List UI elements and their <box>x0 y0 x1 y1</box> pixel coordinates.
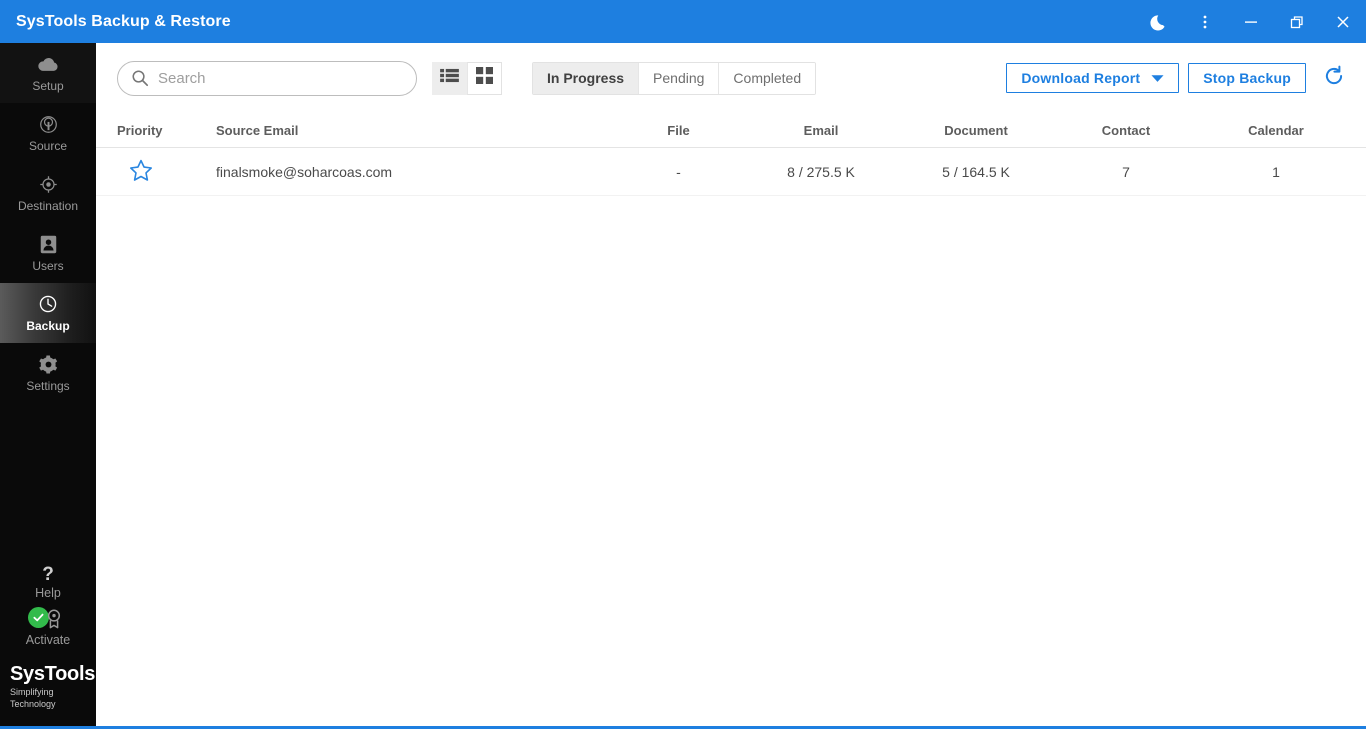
sidebar: Setup Source Destination Users Backup Se… <box>0 43 104 726</box>
stop-backup-button[interactable]: Stop Backup <box>1188 63 1306 93</box>
refresh-icon <box>1323 65 1345 92</box>
calendar-count-cell: 1 <box>1272 163 1280 180</box>
sidebar-item-label: Help <box>35 586 61 600</box>
cloud-icon <box>37 53 59 75</box>
search-icon <box>131 69 149 87</box>
sidebar-item-label: Destination <box>17 199 79 213</box>
sidebar-item-users[interactable]: Users <box>0 223 96 283</box>
minimize-icon[interactable] <box>1228 0 1274 43</box>
status-tab-group: In Progress Pending Completed <box>532 61 817 95</box>
document-count-cell: 5 / 164.5 K <box>942 163 1010 180</box>
title-bar: SysTools Backup & Restore <box>0 0 1366 43</box>
activate-icon-group <box>18 607 78 634</box>
tab-completed[interactable]: Completed <box>719 62 816 94</box>
table-row[interactable]: finalsmoke@soharcoas.com - 8 / 275.5 K 5… <box>96 148 1366 196</box>
chevron-down-icon <box>1151 70 1164 86</box>
search-box[interactable] <box>117 60 417 96</box>
file-cell: - <box>676 163 681 180</box>
kebab-menu-icon[interactable] <box>1182 0 1228 43</box>
question-mark-icon: ? <box>42 564 54 585</box>
grid-icon <box>476 67 493 89</box>
sidebar-item-label: Setup <box>32 79 64 93</box>
tab-in-progress[interactable]: In Progress <box>533 62 640 94</box>
toolbar: In Progress Pending Completed Download R… <box>96 43 1366 113</box>
column-header-source-email: Source Email <box>216 122 299 138</box>
download-report-label: Download Report <box>1021 70 1141 86</box>
target-icon <box>39 173 58 195</box>
star-outline-icon[interactable] <box>129 159 153 182</box>
clock-icon <box>38 293 58 315</box>
search-input[interactable] <box>158 69 388 87</box>
download-report-button[interactable]: Download Report <box>1006 63 1180 93</box>
source-icon <box>39 113 58 135</box>
sidebar-item-label: Source <box>28 139 68 153</box>
user-card-icon <box>40 233 57 255</box>
column-header-email: Email <box>803 122 839 138</box>
contact-count-cell: 7 <box>1122 163 1130 180</box>
refresh-button[interactable] <box>1322 65 1346 92</box>
column-header-contact: Contact <box>1101 122 1151 138</box>
brand-logo: SysTools ® Simplifying Technology <box>10 663 104 710</box>
moon-icon[interactable] <box>1136 0 1182 43</box>
sidebar-item-activate[interactable]: Activate <box>0 607 96 649</box>
close-icon[interactable] <box>1320 0 1366 43</box>
source-email-cell: finalsmoke@soharcoas.com <box>216 163 393 180</box>
gear-icon <box>38 353 58 375</box>
sidebar-item-label: Settings <box>26 379 70 393</box>
sidebar-item-settings[interactable]: Settings <box>0 343 96 403</box>
sidebar-item-help[interactable]: ? Help <box>0 565 96 601</box>
sidebar-item-setup[interactable]: Setup <box>0 43 96 103</box>
email-count-cell: 8 / 275.5 K <box>787 163 855 180</box>
column-header-document: Document <box>944 122 1008 138</box>
priority-cell <box>96 159 206 185</box>
main-content: In Progress Pending Completed Download R… <box>96 43 1366 726</box>
stop-backup-label: Stop Backup <box>1203 70 1291 86</box>
list-view-button[interactable] <box>432 61 467 95</box>
grid-view-button[interactable] <box>467 61 502 95</box>
column-header-calendar: Calendar <box>1248 122 1304 138</box>
column-header-priority: Priority <box>117 122 163 138</box>
column-header-file: File <box>667 122 690 138</box>
sidebar-item-source[interactable]: Source <box>0 103 96 163</box>
sidebar-item-backup[interactable]: Backup <box>0 283 96 343</box>
brand-tagline: Simplifying Technology <box>10 687 56 709</box>
brand-name: SysTools ® <box>10 663 104 685</box>
badge-icon <box>46 609 62 634</box>
tab-pending[interactable]: Pending <box>639 62 720 94</box>
backup-table: Priority Source Email File Email Documen… <box>96 113 1366 196</box>
application-window: SysTools Backup & Restore Setup Source D… <box>0 0 1366 729</box>
app-title: SysTools Backup & Restore <box>16 12 231 30</box>
sidebar-item-destination[interactable]: Destination <box>0 163 96 223</box>
sidebar-item-label: Users <box>32 259 64 273</box>
table-header-row: Priority Source Email File Email Documen… <box>96 113 1366 148</box>
restore-icon[interactable] <box>1274 0 1320 43</box>
view-toggle-group <box>432 61 502 95</box>
sidebar-item-label: Backup <box>26 319 70 333</box>
list-icon <box>440 68 459 88</box>
brand-name-text: SysTools <box>10 663 96 685</box>
